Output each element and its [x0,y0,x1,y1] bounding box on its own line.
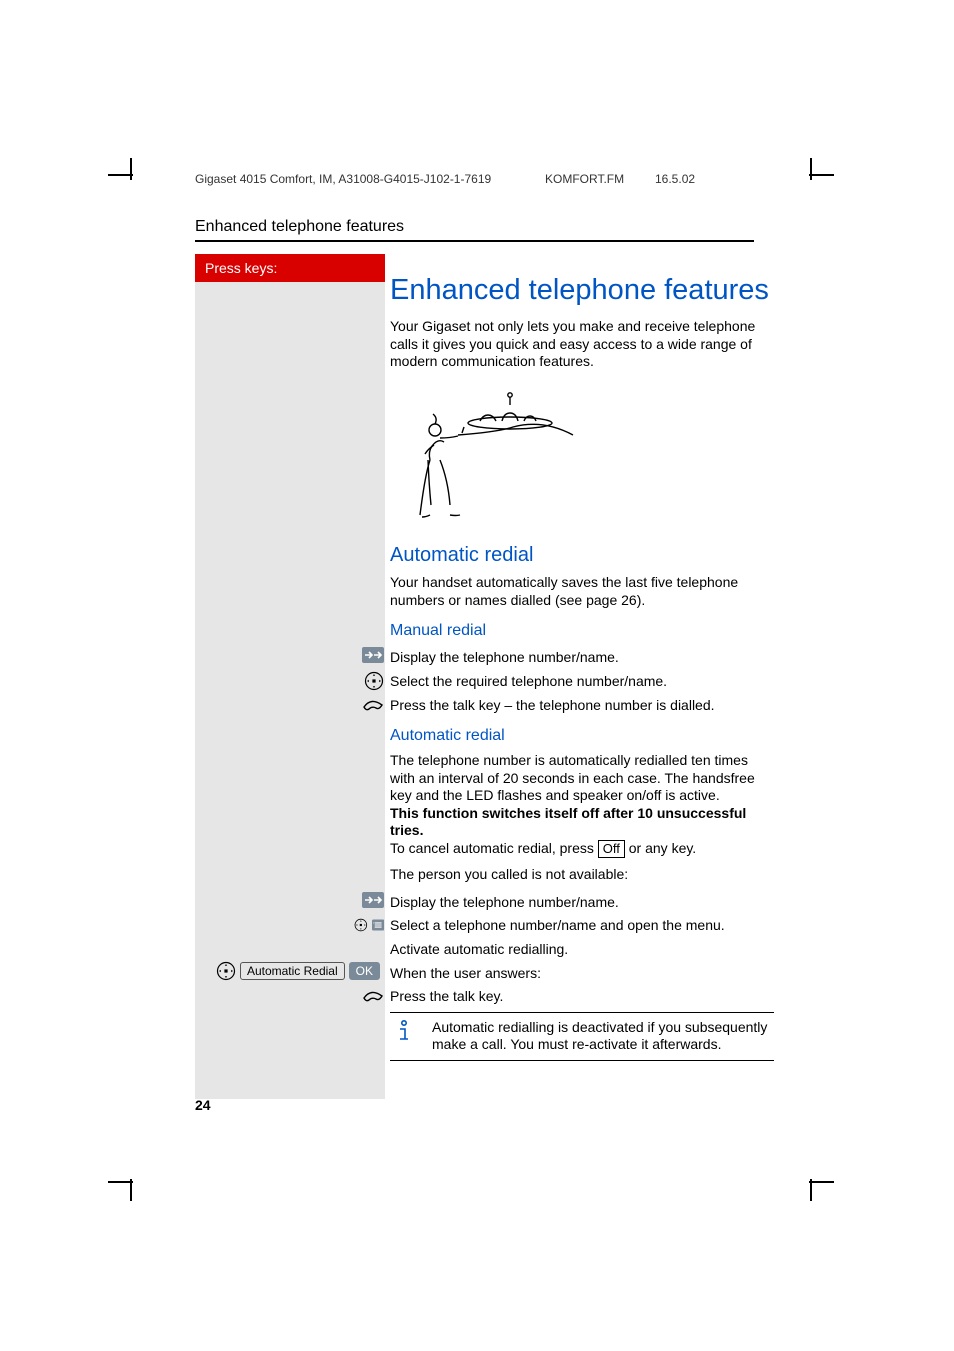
info-icon [394,1019,414,1045]
doc-date: 16.5.02 [655,172,695,186]
heading-automatic-redial-sub: Automatic redial [390,726,774,746]
auto-step-4: When the user answers: [354,963,774,983]
step-text: Press the talk key – the telephone numbe… [390,695,774,715]
doc-id: Gigaset 4015 Comfort, IM, A31008-G4015-J… [195,172,491,186]
manual-step-2: Select the required telephone number/nam… [354,671,774,691]
auto-step-1: Display the telephone number/name. [354,892,774,912]
waiter-illustration [390,385,774,530]
step-text: Select a telephone number/name and open … [390,915,774,935]
main-content: Enhanced telephone features Your Gigaset… [390,260,774,1061]
auto-step-3: Activate automatic redialling. [354,939,774,959]
heading-automatic-redial: Automatic redial [390,543,774,568]
section-header: Enhanced telephone features [195,218,754,242]
auto-bold-text: This function switches itself off after … [390,805,746,839]
menu-icon [372,917,384,933]
nav-icon [216,961,236,981]
doc-file: KOMFORT.FM [545,172,624,186]
crop-mark [810,1179,812,1201]
intro-paragraph: Your Gigaset not only lets you make and … [390,318,774,371]
auto-cancel-pre: To cancel automatic redial, press [390,840,598,856]
info-note-box: Automatic redialling is deactivated if y… [390,1012,774,1061]
automatic-redial-key: Automatic Redial [240,962,345,980]
manual-step-1: Display the telephone number/name. [354,647,774,667]
auto-step-2: Select a telephone number/name and open … [354,915,774,935]
nav-icon [364,671,384,691]
crop-mark [810,158,812,180]
talk-key-icon [362,986,384,1004]
redial-icon [362,892,384,908]
press-keys-label: Press keys: [195,254,385,282]
page-number: 24 [195,1097,211,1113]
document-header: Gigaset 4015 Comfort, IM, A31008-G4015-J… [195,172,754,186]
auto-para-text: The telephone number is automatically re… [390,752,755,803]
step-text: Activate automatic redialling. [390,939,774,959]
redial-icon [362,647,384,663]
page-title: Enhanced telephone features [390,272,774,308]
talk-key-icon [362,695,384,713]
nav-icon [354,915,368,935]
step-text: Select the required telephone number/nam… [390,671,774,691]
step-text: Press the talk key. [390,986,774,1006]
auto-unavailable: The person you called is not available: [390,866,774,884]
crop-mark [809,1181,834,1183]
off-key: Off [598,840,625,858]
step-text: Display the telephone number/name. [390,647,774,667]
auto-redial-intro: Your handset automatically saves the las… [390,574,774,609]
auto-step-5: Press the talk key. [354,986,774,1006]
crop-mark [809,174,834,176]
info-note-text: Automatic redialling is deactivated if y… [432,1019,774,1054]
crop-mark [130,158,132,180]
crop-mark [130,1179,132,1201]
manual-step-3: Press the talk key – the telephone numbe… [354,695,774,715]
heading-manual-redial: Manual redial [390,621,774,641]
auto-paragraph: The telephone number is automatically re… [390,752,774,858]
step-text: Display the telephone number/name. [390,892,774,912]
step-text: When the user answers: [390,963,774,983]
auto-cancel-post: or any key. [625,840,696,856]
